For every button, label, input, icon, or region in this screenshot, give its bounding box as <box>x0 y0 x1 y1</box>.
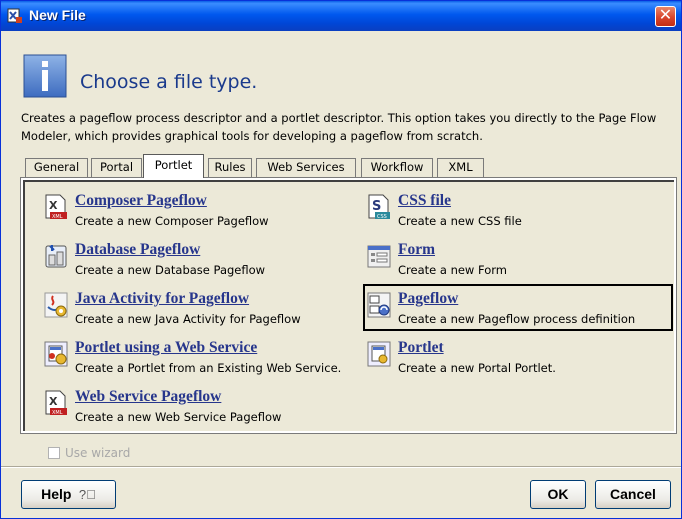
tab-workflow[interactable]: Workflow <box>361 158 433 177</box>
info-icon <box>23 54 67 98</box>
item-java-activity-for-pageflow[interactable]: Java Activity for Pageflow Create a new … <box>44 290 344 336</box>
svg-text:X: X <box>49 199 58 212</box>
use-wizard-label: Use wizard <box>65 446 131 460</box>
tab-portal[interactable]: Portal <box>91 158 142 177</box>
tab-rules[interactable]: Rules <box>208 158 252 177</box>
help-circle-icon: ?⃝ <box>75 487 96 502</box>
item-description: Create a new Web Service Pageflow <box>75 410 282 424</box>
item-portlet-using-a-web-service[interactable]: Portlet using a Web Service Create a Por… <box>44 339 364 385</box>
tab-general[interactable]: General <box>25 158 88 177</box>
selection-outline <box>363 284 673 331</box>
item-name: Portlet <box>398 339 444 356</box>
divider <box>1 466 681 468</box>
xml-file-icon: X XML <box>45 390 67 416</box>
svg-text:XML: XML <box>52 410 63 416</box>
tab-web-services[interactable]: Web Services <box>256 158 356 177</box>
item-form[interactable]: Form Create a new Form <box>367 241 667 287</box>
item-description: Create a new Database Pageflow <box>75 263 266 277</box>
item-name: Composer Pageflow <box>75 192 207 209</box>
item-composer-pageflow[interactable]: X XML Composer Pageflow Create a new Com… <box>44 192 344 238</box>
item-database-pageflow[interactable]: Database Pageflow Create a new Database … <box>44 241 344 287</box>
svg-text:X: X <box>49 395 58 408</box>
svg-text:XML: XML <box>52 214 63 220</box>
item-description: Create a new Java Activity for Pageflow <box>75 312 301 326</box>
title-bar[interactable]: New File ✕ <box>1 1 681 31</box>
portlet-icon <box>367 341 391 367</box>
help-button[interactable]: Help ?⃝ <box>21 480 116 509</box>
svg-text:CSS: CSS <box>377 214 387 220</box>
close-icon: ✕ <box>658 5 673 24</box>
item-name: Database Pageflow <box>75 241 201 258</box>
help-label: Help <box>41 486 72 502</box>
tab-portlet[interactable]: Portlet <box>143 154 204 178</box>
svg-text:S: S <box>372 199 381 214</box>
window-title: New File <box>29 7 86 23</box>
item-portlet[interactable]: Portlet Create a new Portal Portlet. <box>367 339 667 385</box>
page-heading: Choose a file type. <box>80 71 258 93</box>
ok-button[interactable]: OK <box>530 480 586 509</box>
item-description: Create a new Portal Portlet. <box>398 361 556 375</box>
item-name: Web Service Pageflow <box>75 388 222 405</box>
item-name: Form <box>398 241 436 258</box>
item-name: CSS file <box>398 192 451 209</box>
close-button[interactable]: ✕ <box>655 5 676 27</box>
item-web-service-pageflow[interactable]: X XML Web Service Pageflow Create a new … <box>44 388 344 434</box>
item-description: Create a new Composer Pageflow <box>75 214 269 228</box>
java-icon <box>44 292 68 318</box>
item-description: Create a new Form <box>398 263 507 277</box>
item-description: Create a new CSS file <box>398 214 522 228</box>
new-file-dialog: New File ✕ Choose a file type. Creates a… <box>0 0 682 519</box>
form-icon <box>367 245 391 268</box>
item-description: Create a Portlet from an Existing Web Se… <box>75 361 342 375</box>
xml-file-icon: X XML <box>45 194 67 220</box>
description-text: Creates a pageflow process descriptor an… <box>21 111 657 143</box>
item-name: Java Activity for Pageflow <box>75 290 250 307</box>
database-icon <box>45 245 67 268</box>
css-file-icon: S CSS <box>368 194 390 220</box>
new-file-app-icon <box>7 8 22 23</box>
tab-xml[interactable]: XML <box>437 158 484 177</box>
item-name: Portlet using a Web Service <box>75 339 258 356</box>
portlet-webservice-icon <box>44 341 68 367</box>
cancel-button[interactable]: Cancel <box>595 480 671 509</box>
use-wizard-checkbox[interactable] <box>48 447 60 459</box>
item-css-file[interactable]: S CSS CSS file Create a new CSS file <box>367 192 667 238</box>
